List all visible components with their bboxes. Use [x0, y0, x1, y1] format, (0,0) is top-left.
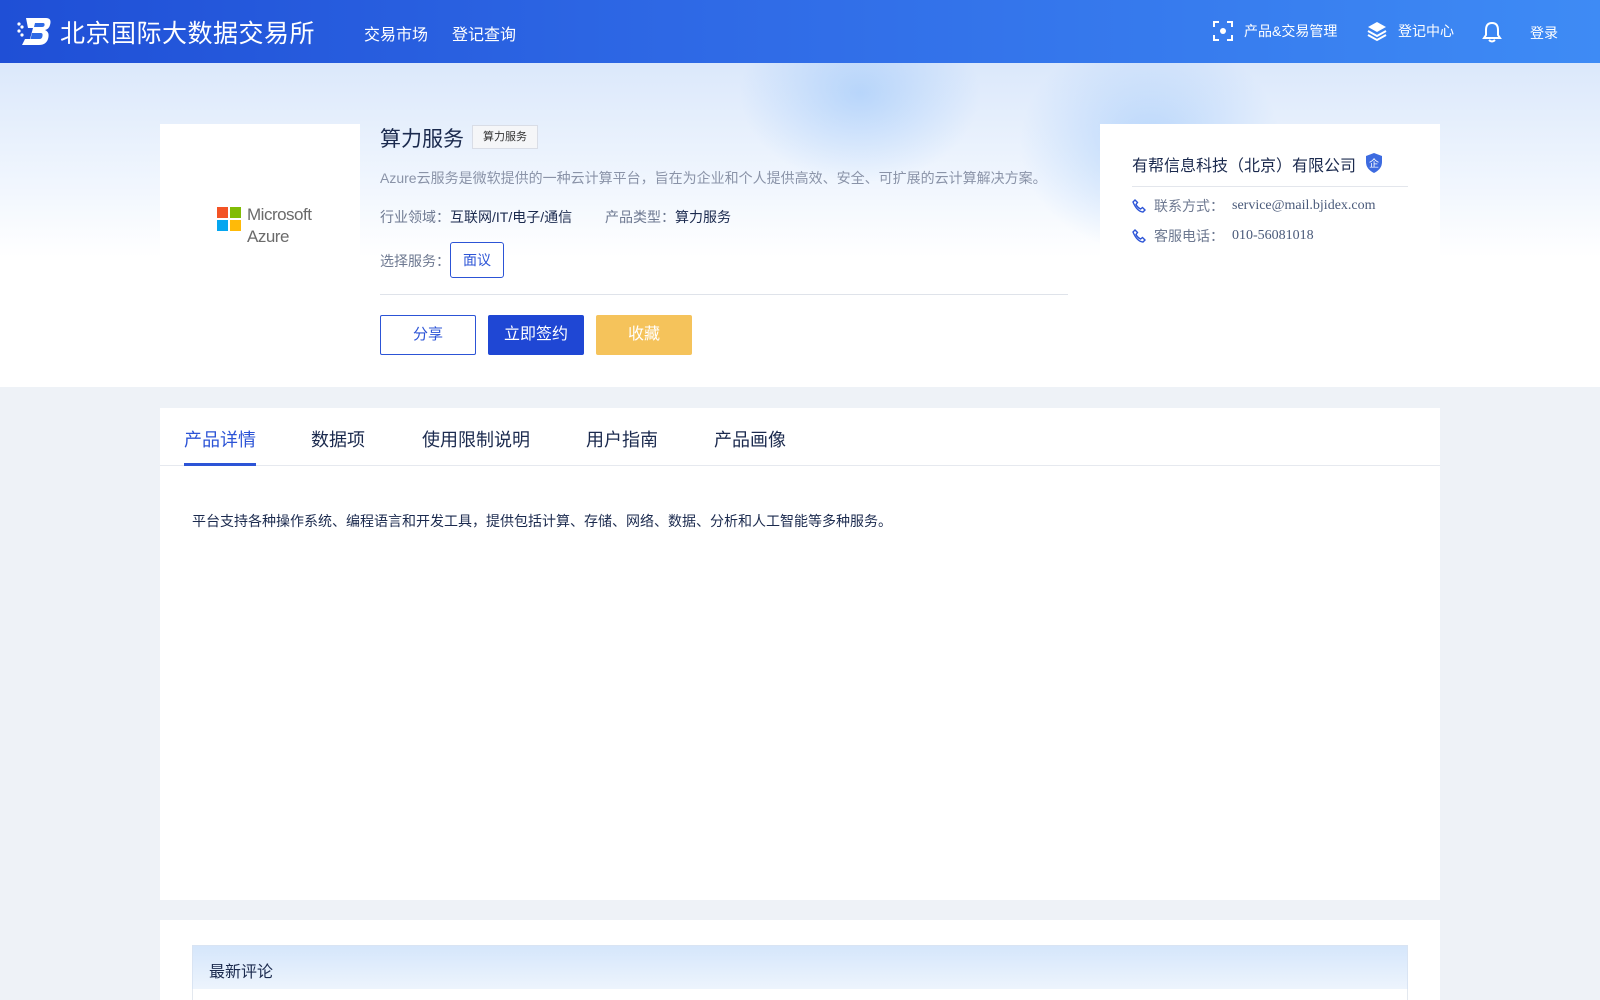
active-tab-indicator	[184, 463, 256, 466]
company-name[interactable]: 有帮信息科技（北京）有限公司	[1132, 152, 1356, 176]
share-button[interactable]: 分享	[380, 315, 476, 355]
phone-icon	[1132, 229, 1146, 243]
login-link[interactable]: 登录	[1530, 23, 1558, 43]
product-type-label: 产品类型：	[605, 209, 675, 225]
select-service-label: 选择服务：	[380, 253, 450, 269]
nav-trade-market[interactable]: 交易市场	[364, 21, 428, 45]
nav-product-management[interactable]: 产品&交易管理	[1212, 20, 1337, 42]
logo-square-red	[217, 207, 228, 218]
product-detail-text: 平台支持各种操作系统、编程语言和开发工具，提供包括计算、存储、网络、数据、分析和…	[192, 513, 892, 529]
detail-tabs: 产品详情 数据项 使用限制说明 用户指南 产品画像	[160, 408, 1440, 466]
industry-value: 互联网/IT/电子/通信	[450, 209, 573, 225]
product-logo-card: Microsoft Azure	[160, 124, 360, 328]
bjidex-logo-icon[interactable]	[16, 14, 52, 48]
comments-title: 最新评论	[209, 964, 274, 981]
logo-square-green	[230, 207, 241, 218]
industry-label: 行业领域：	[380, 209, 450, 225]
product-type-value: 算力服务	[675, 209, 731, 225]
favorite-button[interactable]: 收藏	[596, 315, 692, 355]
scan-focus-icon	[1213, 21, 1233, 41]
comments-header: 最新评论	[192, 945, 1408, 989]
logo-text-microsoft: Microsoft	[247, 205, 312, 224]
logo-square-blue	[217, 220, 228, 231]
phone-row: 客服电话： 010-56081018	[1132, 226, 1314, 246]
contact-email[interactable]: service@mail.bjidex.com	[1232, 198, 1376, 214]
bell-icon[interactable]	[1482, 21, 1502, 43]
nav-register-center[interactable]: 登记中心	[1366, 20, 1454, 42]
comments-card: 最新评论	[160, 920, 1440, 1000]
phone-label: 客服电话：	[1154, 228, 1224, 244]
company-divider	[1132, 186, 1408, 187]
nav-register-center-label: 登记中心	[1398, 23, 1454, 39]
service-option-negotiable[interactable]: 面议	[450, 242, 504, 278]
site-title[interactable]: 北京国际大数据交易所	[60, 14, 315, 50]
microsoft-azure-logo: Microsoft Azure	[217, 206, 312, 247]
enterprise-badge-text: 企	[1369, 159, 1379, 170]
tab-user-guide[interactable]: 用户指南	[586, 426, 658, 452]
tab-data-items[interactable]: 数据项	[311, 426, 365, 452]
top-nav-bar: 北京国际大数据交易所 交易市场 登记查询 产品&交易管理 登记中心 登录	[0, 0, 1600, 63]
contact-label: 联系方式：	[1154, 198, 1224, 214]
logo-text-azure: Azure	[247, 227, 289, 246]
product-description: Azure云服务是微软提供的一种云计算平台，旨在为企业和个人提供高效、安全、可扩…	[380, 170, 1047, 186]
layers-icon	[1367, 22, 1387, 42]
sign-now-button[interactable]: 立即签约	[488, 315, 584, 355]
logo-square-yellow	[230, 220, 241, 231]
tab-usage-restrictions[interactable]: 使用限制说明	[422, 426, 530, 452]
nav-product-management-label: 产品&交易管理	[1244, 23, 1338, 39]
company-card: 有帮信息科技（北京）有限公司 企 联系方式： service@mail.bjid…	[1100, 124, 1440, 324]
comments-body	[192, 989, 1408, 1000]
tab-product-portrait[interactable]: 产品画像	[714, 426, 786, 452]
divider	[380, 294, 1068, 295]
product-tag: 算力服务	[472, 125, 538, 149]
phone-icon	[1132, 199, 1146, 213]
product-detail-card: 产品详情 数据项 使用限制说明 用户指南 产品画像 平台支持各种操作系统、编程语…	[160, 408, 1440, 900]
product-title: 算力服务	[380, 128, 464, 151]
enterprise-verified-icon: 企	[1364, 152, 1384, 174]
nav-registry-query[interactable]: 登记查询	[452, 21, 516, 45]
phone-value: 010-56081018	[1232, 228, 1314, 243]
contact-row: 联系方式： service@mail.bjidex.com	[1132, 196, 1376, 216]
tab-product-detail[interactable]: 产品详情	[184, 426, 256, 452]
